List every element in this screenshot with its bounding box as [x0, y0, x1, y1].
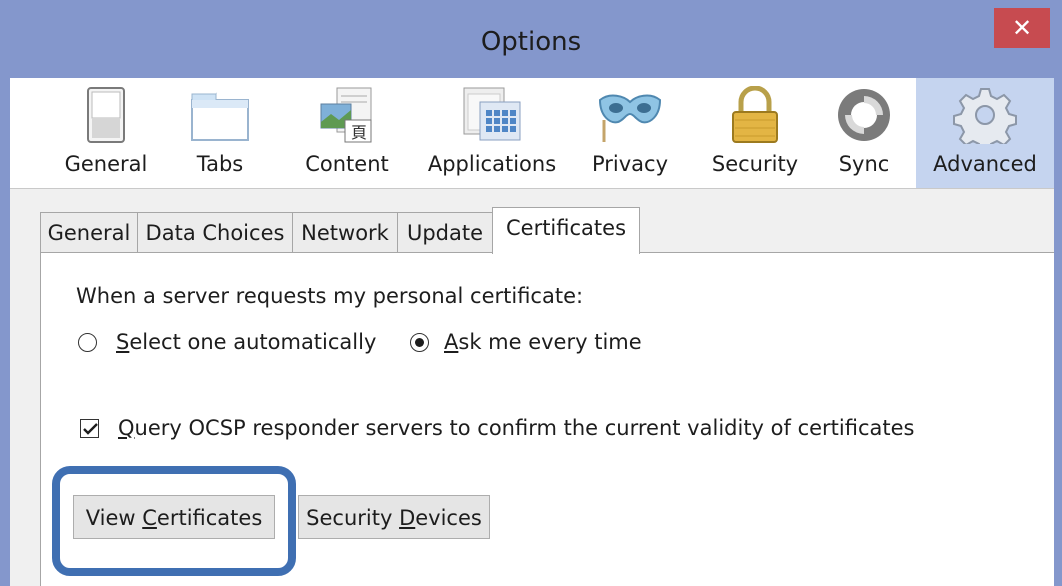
- tool-applications[interactable]: Applications: [416, 78, 568, 188]
- tool-tabs[interactable]: Tabs: [170, 78, 270, 188]
- tool-privacy[interactable]: Privacy: [580, 78, 680, 188]
- tool-security[interactable]: Security: [700, 78, 810, 188]
- subtab-network[interactable]: Network: [292, 212, 398, 252]
- tool-label: Sync: [838, 152, 890, 176]
- padlock-icon: [723, 85, 787, 144]
- ocsp-checkbox-label[interactable]: Query OCSP responder servers to confirm …: [118, 416, 914, 440]
- radio-ask-every-time-label[interactable]: Ask me every time: [444, 330, 642, 354]
- window-frame-right: [1054, 0, 1062, 586]
- close-button[interactable]: ✕: [994, 8, 1050, 48]
- tabs-icon: [188, 86, 252, 144]
- content-icon: 頁: [315, 86, 379, 144]
- svg-text:頁: 頁: [351, 123, 367, 142]
- tool-advanced[interactable]: Advanced: [916, 78, 1054, 188]
- tool-label: Content: [305, 152, 389, 176]
- tool-content[interactable]: 頁 Content: [292, 78, 402, 188]
- category-toolbar: General Tabs 頁 Content Applications Priv…: [10, 78, 1054, 189]
- options-window: Options ✕ General Tabs 頁 Content Applica…: [0, 0, 1062, 586]
- ocsp-checkbox[interactable]: [80, 419, 99, 438]
- subtab-data-choices[interactable]: Data Choices: [137, 212, 293, 252]
- tool-label: Advanced: [933, 152, 1037, 176]
- checkmark-icon: [83, 423, 98, 435]
- radio-select-automatically-label[interactable]: Select one automatically: [116, 330, 376, 354]
- certificate-request-label: When a server requests my personal certi…: [76, 284, 584, 308]
- title-bar: Options ✕: [0, 0, 1062, 78]
- tool-label: General: [64, 152, 148, 176]
- switch-icon: [74, 86, 138, 144]
- tool-label: Privacy: [591, 152, 669, 176]
- radio-selected-dot: [415, 338, 424, 347]
- tool-label: Applications: [427, 152, 557, 176]
- window-title: Options: [480, 27, 582, 57]
- radio-select-automatically[interactable]: [78, 333, 97, 352]
- window-frame-left: [0, 0, 10, 586]
- security-devices-button[interactable]: Security Devices: [298, 495, 490, 539]
- tool-label: Tabs: [196, 152, 244, 176]
- sync-icon: [832, 86, 896, 144]
- callout-highlight-box: [52, 466, 296, 576]
- subtab-update[interactable]: Update: [397, 212, 493, 252]
- tool-label: Security: [711, 152, 799, 176]
- subtab-certificates[interactable]: Certificates: [492, 207, 640, 254]
- mask-icon: [598, 86, 662, 144]
- gear-icon: [953, 86, 1017, 152]
- applications-icon: [460, 86, 524, 144]
- radio-ask-every-time[interactable]: [410, 333, 429, 352]
- tool-sync[interactable]: Sync: [818, 78, 910, 188]
- tool-general[interactable]: General: [56, 78, 156, 188]
- subtab-general[interactable]: General: [40, 212, 138, 252]
